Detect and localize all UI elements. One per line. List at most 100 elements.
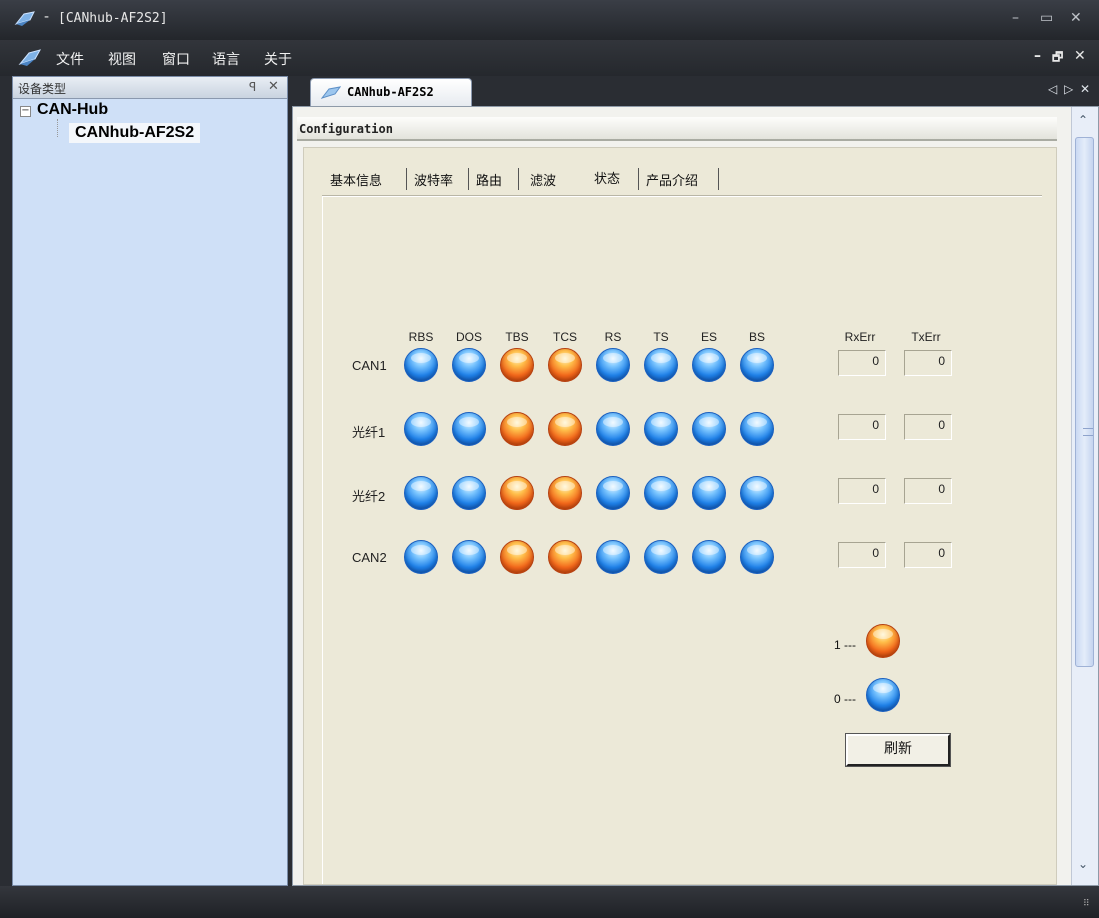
status-led-bs — [740, 476, 774, 510]
tab-close-icon[interactable]: ✕ — [1080, 82, 1090, 96]
status-led-ts — [644, 476, 678, 510]
device-type-panel-header: 设备类型 ꟼ ✕ — [13, 77, 287, 99]
scroll-down-icon[interactable]: ⌄ — [1078, 857, 1088, 871]
tree-collapse-icon[interactable]: − — [20, 106, 31, 117]
legend-on-indicator — [866, 624, 900, 658]
menu-view[interactable]: 视图 — [108, 49, 136, 69]
menu-language[interactable]: 语言 — [212, 49, 240, 69]
status-led-ts — [644, 412, 678, 446]
column-header-es: ES — [700, 330, 717, 344]
app-menu-icon[interactable] — [18, 48, 42, 68]
status-led-es — [692, 476, 726, 510]
menu-about[interactable]: 关于 — [264, 49, 292, 69]
vertical-scrollbar[interactable]: ⌃ ⌄ — [1071, 107, 1098, 885]
tree-root-can-hub[interactable]: CAN-Hub — [37, 101, 108, 119]
app-icon — [14, 11, 35, 26]
status-led-dos — [452, 348, 486, 382]
scrollbar-thumb[interactable] — [1075, 137, 1094, 667]
device-type-panel: 设备类型 ꟼ ✕ − CAN-Hub CANhub-AF2S2 — [12, 76, 288, 886]
row-label: 光纤1 — [352, 425, 386, 440]
title-bar: - [CANhub-AF2S2] – ▭ ✕ — [0, 0, 1099, 40]
configuration-header: Configuration — [297, 117, 1057, 141]
rx-error-field: 0 — [838, 414, 886, 440]
column-header-tcs: TCS — [553, 330, 577, 344]
pin-icon[interactable]: ꟼ — [249, 80, 256, 94]
status-led-rbs — [404, 476, 438, 510]
device-tree: − CAN-Hub CANhub-AF2S2 — [13, 99, 287, 885]
mdi-restore-button[interactable]: 🗗 — [1052, 48, 1063, 69]
document-tab-icon — [321, 86, 341, 99]
column-header-rs: RS — [604, 330, 622, 344]
status-led-tbs — [500, 348, 534, 382]
tx-error-field: 0 — [904, 542, 952, 568]
column-header-ts: TS — [653, 330, 669, 344]
minimize-button[interactable]: – — [1012, 10, 1019, 26]
column-header-txerr: TxErr — [911, 330, 941, 344]
status-bar: ⠿ — [0, 886, 1099, 918]
row-label: CAN2 — [352, 550, 387, 565]
document-tab-label: CANhub-AF2S2 — [347, 85, 434, 99]
tab-product-intro[interactable]: 产品介绍 — [646, 170, 698, 189]
tab-panel-highlight — [322, 196, 1042, 197]
status-led-tcs — [548, 476, 582, 510]
tab-filter[interactable]: 滤波 — [530, 170, 556, 189]
scrollbar-grip — [1083, 428, 1093, 436]
panel-close-icon[interactable]: ✕ — [268, 79, 279, 94]
column-header-tbs: TBS — [505, 330, 529, 344]
status-led-tcs — [548, 540, 582, 574]
tab-separator — [518, 168, 519, 190]
column-header-rbs: RBS — [408, 330, 434, 344]
tab-next-icon[interactable]: ▷ — [1064, 82, 1073, 96]
status-led-dos — [452, 476, 486, 510]
rx-error-field: 0 — [838, 478, 886, 504]
tab-separator — [468, 168, 469, 190]
status-led-tbs — [500, 540, 534, 574]
tab-baud-rate[interactable]: 波特率 — [414, 170, 453, 189]
status-led-rbs — [404, 412, 438, 446]
menu-file[interactable]: 文件 — [56, 49, 84, 69]
tree-connector — [57, 119, 58, 137]
tab-basic-info[interactable]: 基本信息 — [330, 170, 382, 189]
status-led-tcs — [548, 348, 582, 382]
tx-error-field: 0 — [904, 478, 952, 504]
tab-prev-icon[interactable]: ◁ — [1048, 82, 1057, 96]
close-button[interactable]: ✕ — [1070, 10, 1082, 26]
status-led-rbs — [404, 348, 438, 382]
row-label: 光纤2 — [352, 489, 386, 504]
scroll-up-icon[interactable]: ⌃ — [1078, 113, 1088, 127]
rx-error-field: 0 — [838, 542, 886, 568]
maximize-button[interactable]: ▭ — [1040, 10, 1053, 26]
menu-window[interactable]: 窗口 — [162, 49, 190, 69]
status-led-rs — [596, 412, 630, 446]
title-separator: - — [44, 9, 50, 25]
status-led-bs — [740, 348, 774, 382]
status-led-tbs — [500, 476, 534, 510]
mdi-close-button[interactable]: ✕ — [1074, 48, 1086, 64]
document-tab[interactable]: CANhub-AF2S2 — [310, 78, 472, 106]
mdi-minimize-button[interactable]: – — [1034, 48, 1041, 64]
tab-panel-left-edge — [322, 196, 323, 884]
status-led-es — [692, 540, 726, 574]
tab-status[interactable]: 状态 — [594, 168, 620, 187]
status-led-dos — [452, 412, 486, 446]
menu-bar: 文件 视图 窗口 语言 关于 – 🗗 ✕ — [0, 40, 1099, 76]
tab-routing[interactable]: 路由 — [476, 170, 502, 189]
tree-item-canhub-af2s2[interactable]: CANhub-AF2S2 — [69, 123, 201, 143]
status-led-ts — [644, 348, 678, 382]
device-type-panel-title: 设备类型 — [18, 82, 67, 96]
refresh-button[interactable]: 刷新 — [845, 733, 951, 767]
configuration-title: Configuration — [299, 122, 393, 136]
legend-off-label: 0 --- — [834, 692, 856, 706]
status-led-bs — [740, 412, 774, 446]
legend-off-indicator — [866, 678, 900, 712]
tx-error-field: 0 — [904, 414, 952, 440]
resize-grip-icon[interactable]: ⠿ — [1083, 900, 1093, 912]
status-led-rs — [596, 540, 630, 574]
row-label: CAN1 — [352, 358, 387, 373]
legend-on-label: 1 --- — [834, 638, 856, 652]
status-led-es — [692, 412, 726, 446]
status-led-tcs — [548, 412, 582, 446]
configuration-content: 基本信息 波特率 路由 滤波 状态 产品介绍 RBS DOS TBS TCS RS TS E… — [303, 147, 1057, 885]
tab-separator — [638, 168, 639, 190]
status-led-es — [692, 348, 726, 382]
